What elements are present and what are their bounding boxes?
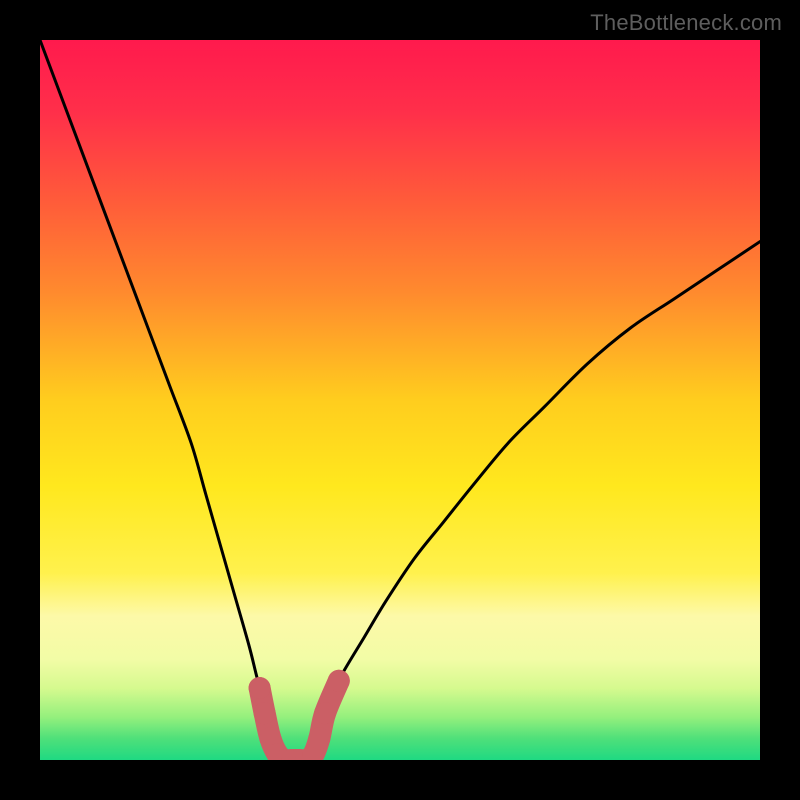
watermark-label: TheBottleneck.com	[590, 10, 782, 36]
plot-area	[40, 40, 760, 760]
marker-dot	[314, 702, 336, 724]
marker-dot	[308, 727, 330, 749]
marker-dot	[328, 670, 350, 692]
optimal-range-markers	[40, 40, 760, 760]
chart-frame: TheBottleneck.com	[0, 0, 800, 800]
marker-dot	[254, 702, 276, 724]
marker-dot	[249, 677, 271, 699]
